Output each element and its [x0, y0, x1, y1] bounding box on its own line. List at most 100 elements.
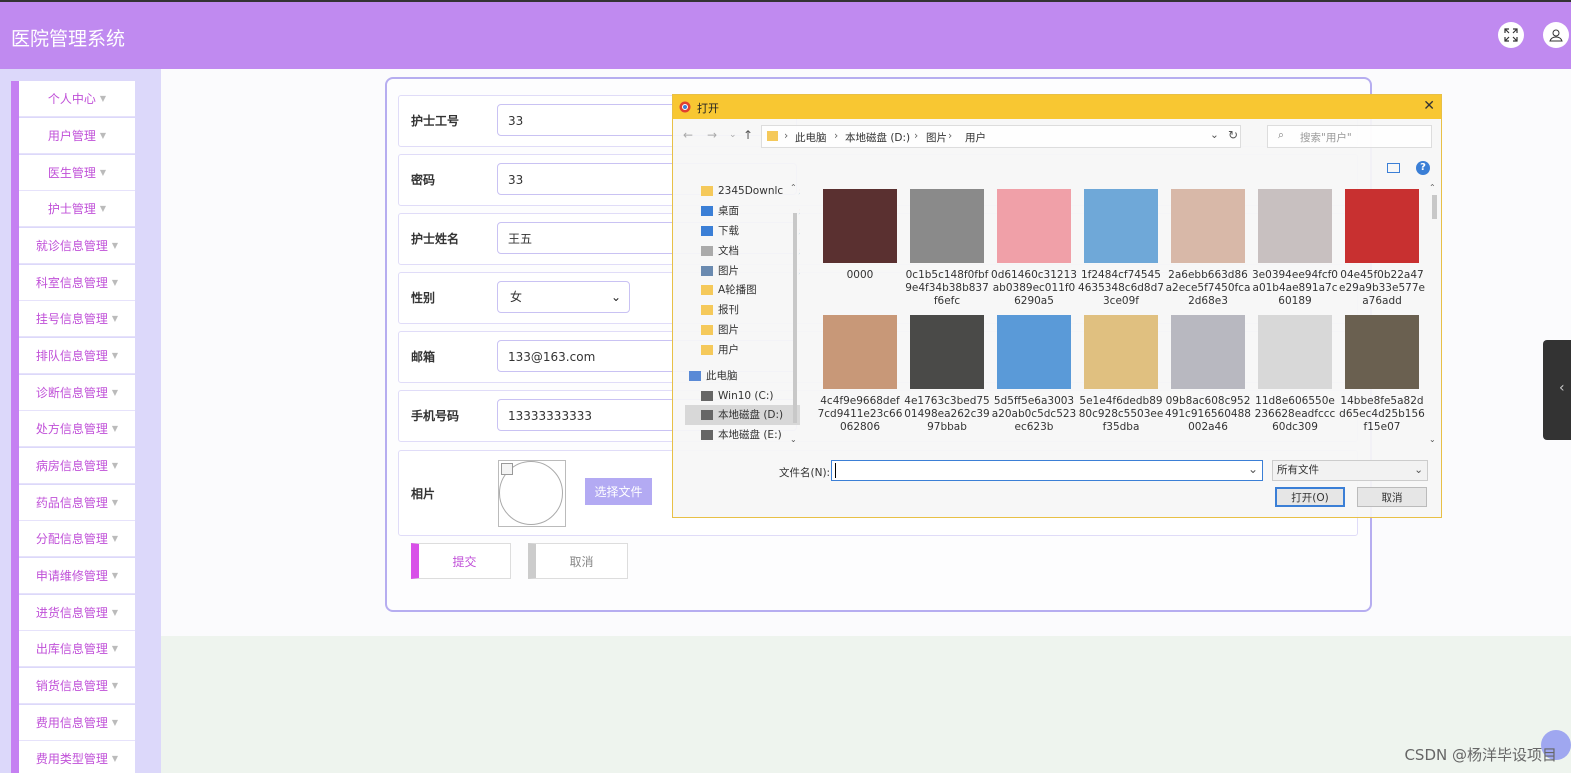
breadcrumb-this-pc[interactable]: 此电脑 — [795, 130, 827, 145]
scroll-down-icon[interactable]: ⌄ — [1429, 435, 1436, 444]
scroll-up-icon[interactable]: ⌃ — [1429, 183, 1436, 192]
email-label: 邮箱 — [411, 350, 436, 364]
scroll-down-icon[interactable]: ⌄ — [790, 435, 797, 444]
forward-arrow-icon[interactable]: → — [707, 128, 717, 142]
tree-item[interactable]: 桌面📌 — [685, 201, 800, 221]
scroll-up-icon[interactable]: ⌃ — [790, 183, 797, 192]
file-item[interactable]: 14bbe8fe5a82dd65ec4d25b156f15e07 — [1339, 315, 1425, 434]
sidebar-item-queue-info[interactable]: 排队信息管理 ▼ — [19, 338, 135, 374]
image-thumbnail — [1258, 315, 1332, 389]
file-item[interactable]: 0000 — [817, 189, 903, 282]
open-button[interactable]: 打开(O) — [1275, 487, 1345, 507]
tree-item-label: 图片 — [718, 265, 739, 277]
breadcrumb-separator: › — [834, 130, 839, 142]
tree-scroll-thumb[interactable] — [793, 213, 797, 423]
close-icon[interactable]: ✕ — [1423, 98, 1435, 114]
folder-tree: 2345Downlc📌桌面📌下载📌文档📌图片📌A轮播图报刊图片用户此电脑Win1… — [685, 181, 800, 451]
tree-item[interactable]: 本地磁盘 (D:) — [685, 405, 800, 425]
tree-item[interactable]: 图片 — [685, 320, 800, 340]
sidebar-item-prescription-info[interactable]: 处方信息管理 ▼ — [19, 411, 135, 447]
caret-down-icon: ▼ — [111, 498, 119, 507]
tree-item[interactable]: 文档📌 — [685, 241, 800, 261]
tree-item[interactable]: 此电脑 — [685, 366, 797, 386]
tree-item[interactable]: 2345Downlc📌 — [685, 181, 800, 201]
document-icon — [701, 246, 713, 256]
sidebar-item-doctor-mgmt[interactable]: 医生管理 ▼ — [19, 155, 135, 191]
image-thumbnail — [1345, 189, 1419, 263]
user-avatar-button[interactable] — [1543, 22, 1569, 48]
caret-down-icon: ▼ — [111, 351, 119, 360]
side-drawer-handle[interactable]: ‹ — [1543, 340, 1571, 440]
cancel-button[interactable]: 取消 — [528, 543, 628, 579]
tree-item[interactable]: 报刊 — [685, 300, 800, 320]
choose-file-button[interactable]: 选择文件 — [585, 478, 652, 505]
sidebar-item-purchase-info[interactable]: 进货信息管理 ▼ — [19, 595, 135, 631]
watermark: CSDN @杨洋毕设项目 — [1404, 746, 1557, 764]
files-scrollbar[interactable]: ⌃ ⌄ — [1429, 183, 1439, 451]
tree-item[interactable]: 下载📌 — [685, 221, 800, 241]
sidebar-item-allocation-info[interactable]: 分配信息管理 ▼ — [19, 521, 135, 557]
file-item[interactable]: 04e45f0b22a47e29a9b33e577ea76add — [1339, 189, 1425, 308]
sidebar-item-expense-info[interactable]: 费用信息管理 ▼ — [19, 705, 135, 741]
drive-icon — [701, 410, 713, 420]
caret-down-icon: ▼ — [99, 131, 107, 140]
file-name: 0c1b5c148f0fbf9e4f34b38b837f6efc — [905, 269, 989, 307]
sidebar-item-diagnosis-info[interactable]: 诊断信息管理 ▼ — [19, 375, 135, 411]
tree-scrollbar[interactable]: ⌃ ⌄ — [790, 183, 800, 451]
refresh-icon[interactable]: ↻ — [1228, 128, 1238, 142]
file-item[interactable]: 1f2484cf745454635348c6d8d73ce09f — [1078, 189, 1164, 308]
chevron-down-icon[interactable]: ⌄ — [1210, 129, 1219, 141]
sidebar-item-ward-info[interactable]: 病房信息管理 ▼ — [19, 448, 135, 484]
file-item[interactable]: 4e1763c3bed7501498ea262c3997bbab — [904, 315, 990, 434]
breadcrumb-drive-d[interactable]: 本地磁盘 (D:) — [845, 130, 910, 145]
file-item[interactable]: 3e0394ee94fcf0a01b4ae891a7c60189 — [1252, 189, 1338, 308]
file-item[interactable]: 2a6ebb663d86a2ece5f7450fca2d68e3 — [1165, 189, 1251, 308]
filetype-select[interactable]: 所有文件 ⌄ — [1272, 460, 1428, 481]
sidebar-item-personal-center[interactable]: 个人中心 ▼ — [19, 81, 135, 117]
sidebar-item-repair-request[interactable]: 申请维修管理 ▼ — [19, 558, 135, 594]
up-arrow-icon[interactable]: ↑ — [743, 128, 753, 142]
sidebar-item-registration-info[interactable]: 挂号信息管理 ▼ — [19, 301, 135, 337]
file-item[interactable]: 0d61460c31213ab0389ec011f06290a5 — [991, 189, 1077, 308]
sidebar-item-visit-info[interactable]: 就诊信息管理 ▼ — [19, 228, 135, 264]
caret-down-icon: ▼ — [99, 168, 107, 177]
tree-item[interactable]: 用户 — [685, 340, 800, 360]
breadcrumb-pictures[interactable]: 图片 — [926, 130, 947, 145]
file-item[interactable]: 0c1b5c148f0fbf9e4f34b38b837f6efc — [904, 189, 990, 308]
broken-image-icon — [501, 463, 513, 475]
dialog-cancel-button[interactable]: 取消 — [1357, 487, 1427, 507]
sidebar-item-expense-type[interactable]: 费用类型管理 ▼ — [19, 741, 135, 773]
sidebar-item-sales-info[interactable]: 销货信息管理 ▼ — [19, 668, 135, 704]
fullscreen-button[interactable] — [1498, 22, 1524, 48]
file-item[interactable]: 5d5ff5e6a3003a20ab0c5dc523ec623b — [991, 315, 1077, 434]
breadcrumb-users[interactable]: 用户 — [965, 130, 986, 145]
submit-button[interactable]: 提交 — [411, 543, 511, 579]
view-toggle-icon[interactable] — [1387, 163, 1400, 173]
sidebar-item-outbound-info[interactable]: 出库信息管理 ▼ — [19, 631, 135, 667]
files-scroll-thumb[interactable] — [1432, 195, 1437, 219]
chevron-down-icon: ⌄ — [610, 290, 621, 304]
recent-dropdown-icon[interactable]: ⌄ — [729, 130, 737, 140]
chrome-icon — [679, 101, 691, 113]
tree-item[interactable]: 图片📌 — [685, 261, 800, 281]
tree-item[interactable]: A轮播图 — [685, 280, 800, 300]
tree-item[interactable]: 本地磁盘 (E:) — [685, 425, 800, 445]
folder-icon — [701, 186, 713, 196]
gender-select[interactable]: 女 ⌄ — [497, 281, 630, 313]
sidebar-item-medicine-info[interactable]: 药品信息管理 ▼ — [19, 485, 135, 521]
chevron-left-icon: ‹ — [1559, 380, 1565, 396]
help-icon[interactable]: ? — [1416, 161, 1430, 175]
tree-item[interactable]: Win10 (C:) — [685, 386, 800, 406]
sidebar-item-nurse-mgmt[interactable]: 护士管理 ▼ — [19, 191, 135, 227]
address-bar[interactable]: › 此电脑 › 本地磁盘 (D:) › 图片 › 用户 ⌄ ↻ — [761, 125, 1241, 148]
download-icon — [701, 226, 713, 236]
file-item[interactable]: 09b8ac608c952491c916560488002a46 — [1165, 315, 1251, 434]
search-input[interactable]: ⌕ 搜索"用户" — [1267, 125, 1432, 148]
file-item[interactable]: 11d8e606550e236628eadfccc60dc309 — [1252, 315, 1338, 434]
file-item[interactable]: 4c4f9e9668def7cd9411e23c66062806 — [817, 315, 903, 434]
file-item[interactable]: 5e1e4f6dedb8980c928c5503eef35dba — [1078, 315, 1164, 434]
back-arrow-icon[interactable]: ← — [683, 128, 693, 142]
sidebar-item-department-info[interactable]: 科室信息管理 ▼ — [19, 265, 135, 301]
sidebar-item-user-mgmt[interactable]: 用户管理 ▼ — [19, 118, 135, 154]
filename-input[interactable]: ⌄ — [831, 460, 1263, 481]
